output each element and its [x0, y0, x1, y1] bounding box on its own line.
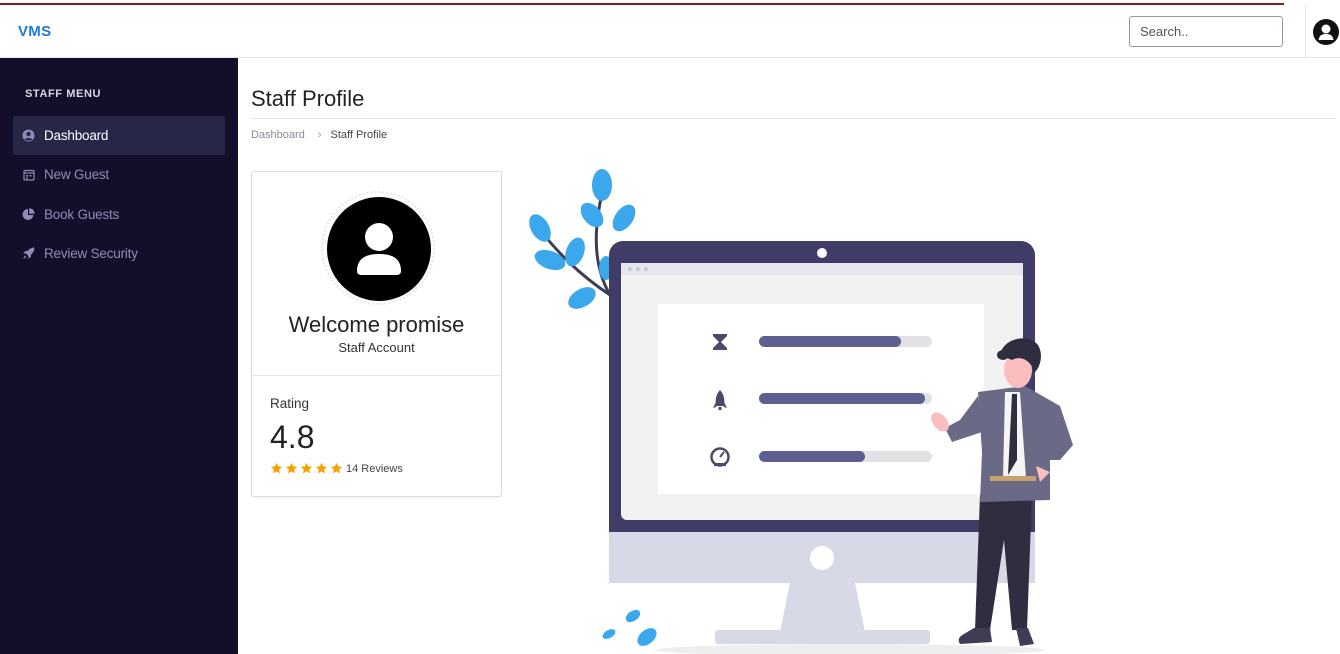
search-input[interactable] [1129, 16, 1283, 47]
star-icon [300, 462, 313, 474]
user-avatar-icon [357, 223, 401, 275]
progress-bar-3 [759, 451, 865, 462]
reviews-count: 14 Reviews [346, 462, 403, 475]
user-icon [1318, 24, 1334, 40]
breadcrumb-current: Staff Profile [330, 129, 388, 141]
account-type: Staff Account [338, 340, 415, 355]
sidebar-item-label: Dashboard [44, 128, 109, 143]
rocket-icon [22, 247, 35, 260]
sidebar-item-label: New Guest [44, 167, 109, 182]
pie-chart-icon [22, 208, 35, 221]
sidebar-item-label: Review Security [44, 246, 138, 261]
sidebar-item-book-guests[interactable]: Book Guests [13, 195, 225, 234]
star-icon [330, 462, 343, 474]
leaves-illustration [602, 609, 657, 646]
breadcrumb-dashboard-link[interactable]: Dashboard [251, 129, 305, 141]
sidebar-item-label: Book Guests [44, 207, 120, 222]
progress-bar-1 [759, 336, 901, 347]
calendar-icon [22, 168, 35, 181]
sidebar-title: STAFF MENU [25, 88, 102, 100]
profile-card: Welcome promise Staff Account Rating 4.8… [251, 171, 502, 497]
sidebar-item-new-guest[interactable]: New Guest [13, 155, 225, 194]
rating-label: Rating [270, 396, 310, 411]
progress-bar-2 [759, 393, 925, 404]
card-divider [252, 375, 501, 376]
star-icon [270, 462, 283, 474]
avatar-frame [321, 191, 435, 305]
user-menu-button[interactable] [1313, 19, 1339, 45]
dashboard-illustration [529, 169, 1073, 654]
page-title: Staff Profile [251, 86, 365, 111]
welcome-heading: Welcome promise [288, 312, 465, 337]
breadcrumb: Dashboard › Staff Profile [251, 129, 387, 141]
star-icon [285, 462, 298, 474]
sidebar-item-dashboard[interactable]: Dashboard [13, 116, 225, 155]
star-rating: 14 Reviews [270, 462, 403, 475]
sidebar: STAFF MENU Dashboard New Guest Book Gues… [0, 58, 238, 654]
header-divider [1305, 5, 1306, 58]
title-divider [251, 118, 1336, 119]
star-icon [315, 462, 328, 474]
rating-value: 4.8 [270, 419, 315, 455]
chevron-right-icon: › [317, 129, 322, 141]
top-header: VMS [0, 5, 1340, 58]
avatar [327, 197, 431, 301]
brand-logo[interactable]: VMS [18, 23, 51, 40]
user-circle-icon [22, 129, 35, 142]
sidebar-item-review-security[interactable]: Review Security [13, 234, 225, 273]
